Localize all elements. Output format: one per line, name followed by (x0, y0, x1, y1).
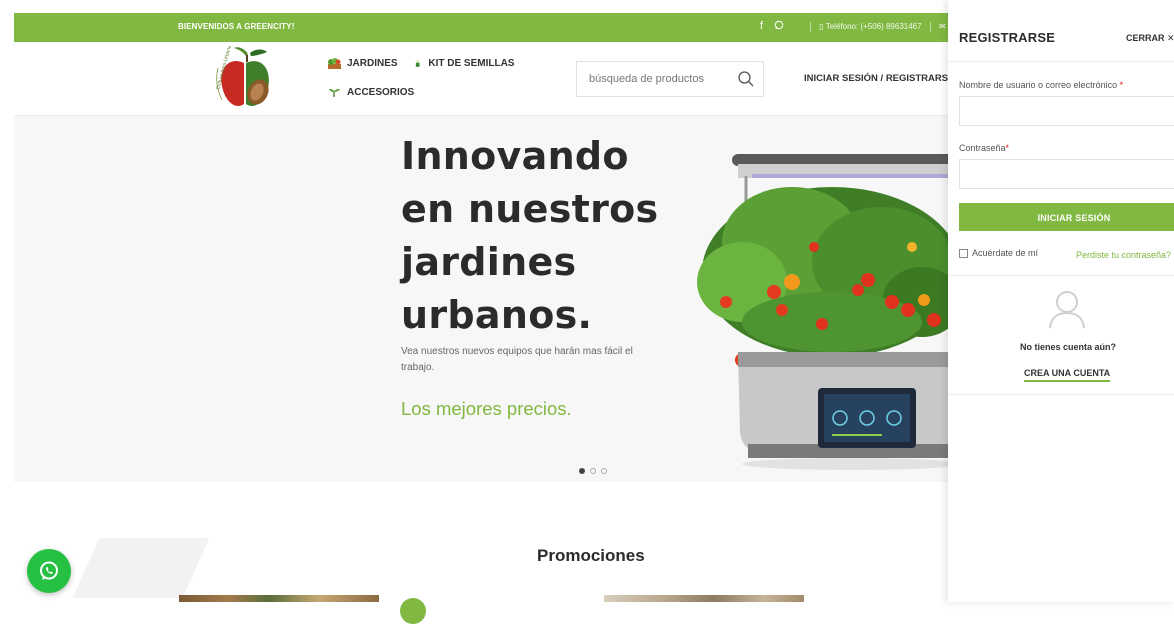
hero-title-line: jardines (401, 240, 577, 284)
top-bar: BIENVENIDOS A GREENCITY! f ▯ Teléfono: (… (14, 13, 954, 42)
plants-icon (328, 58, 341, 69)
slider-dot[interactable] (579, 468, 585, 474)
sprout-icon (329, 89, 340, 97)
lost-password-link[interactable]: Perdiste tu contraseña? (1076, 250, 1171, 260)
login-button[interactable]: INICIAR SESIÓN (959, 203, 1174, 231)
whatsapp-chat-button[interactable] (27, 549, 71, 593)
promo-image[interactable] (179, 595, 379, 602)
user-icon (1049, 291, 1085, 329)
close-panel-button[interactable]: CERRAR ✕ (1126, 33, 1174, 44)
site-logo[interactable]: Cultura Agro-Urbana (210, 46, 278, 112)
search-input[interactable] (577, 62, 727, 96)
phone-text: Teléfono: (+506) 89631467 (825, 22, 922, 32)
username-field[interactable] (959, 96, 1174, 126)
username-input[interactable] (960, 97, 1174, 125)
nav-item-jardines[interactable]: JARDINES (328, 58, 398, 69)
decorative-shape (72, 538, 210, 598)
hero-title-line: en nuestros (401, 187, 659, 231)
close-icon: ✕ (1167, 33, 1174, 43)
hero-title-line: Innovando (401, 134, 629, 178)
hero-title-line: urbanos. (401, 293, 593, 337)
nav-label-jardines: JARDINES (347, 58, 398, 69)
username-label: Nombre de usuario o correo electrónico * (959, 80, 1124, 90)
welcome-text: BIENVENIDOS A GREENCITY! (178, 22, 295, 31)
password-label: Contraseña* (959, 143, 1010, 153)
password-input[interactable] (960, 160, 1174, 188)
smart-garden-image (697, 154, 954, 470)
slider-dots (579, 461, 612, 479)
promo-image[interactable] (604, 595, 804, 602)
slider-dot[interactable] (601, 468, 607, 474)
remember-checkbox[interactable] (959, 248, 968, 258)
search-box (576, 61, 764, 97)
login-register-link[interactable]: INICIAR SESIÓN / REGISTRARSE (804, 73, 954, 84)
contact-info: ▯ Teléfono: (+506) 89631467 ✉ in (804, 22, 954, 32)
divider (948, 275, 1174, 276)
social-links: f (760, 20, 792, 32)
whatsapp-icon[interactable] (771, 20, 784, 32)
search-icon[interactable] (737, 70, 755, 88)
no-account-text: No tienes cuenta aún? (1019, 342, 1117, 352)
hero-subtitle: Vea nuestros nuevos equipos que harán ma… (401, 346, 633, 373)
nav-label-kit-semillas: KIT DE SEMILLAS (428, 58, 515, 69)
seed-icon (416, 60, 420, 67)
phone-icon: ▯ (819, 22, 824, 32)
nav-item-accesorios[interactable]: ACCESORIOS (328, 87, 414, 98)
main-nav: JARDINES KIT DE SEMILLAS ACCESORIOS (328, 58, 528, 101)
panel-title: REGISTRARSE (959, 30, 1056, 45)
remember-me[interactable]: Acuérdate de mí (959, 248, 1038, 258)
nav-item-kit-semillas[interactable]: KIT DE SEMILLAS (414, 58, 514, 69)
whatsapp-icon (40, 561, 58, 580)
site-header: Cultura Agro-Urbana JARDINES KIT DE SEMI… (14, 42, 954, 116)
close-label: CERRAR (1126, 33, 1165, 43)
email-icon: ✉ (939, 22, 946, 32)
divider (948, 394, 1174, 395)
create-account-link[interactable]: CREA UNA CUENTA (1024, 368, 1111, 382)
login-side-panel: REGISTRARSE CERRAR ✕ Nombre de usuario o… (948, 0, 1174, 602)
hero-price-text: Los mejores precios. (401, 398, 572, 419)
nav-label-accesorios: ACCESORIOS (347, 87, 415, 98)
remember-label: Acuérdate de mí (972, 248, 1039, 258)
panel-header: REGISTRARSE CERRAR ✕ (948, 0, 1174, 62)
hero-slider: Innovando en nuestros jardines urbanos. … (14, 116, 954, 482)
password-field[interactable] (959, 159, 1174, 189)
promotions-title: Promociones (537, 546, 645, 565)
facebook-icon[interactable]: f (760, 20, 763, 32)
hero-title: Innovando en nuestros jardines urbanos. (401, 130, 658, 342)
slider-dot[interactable] (590, 468, 596, 474)
